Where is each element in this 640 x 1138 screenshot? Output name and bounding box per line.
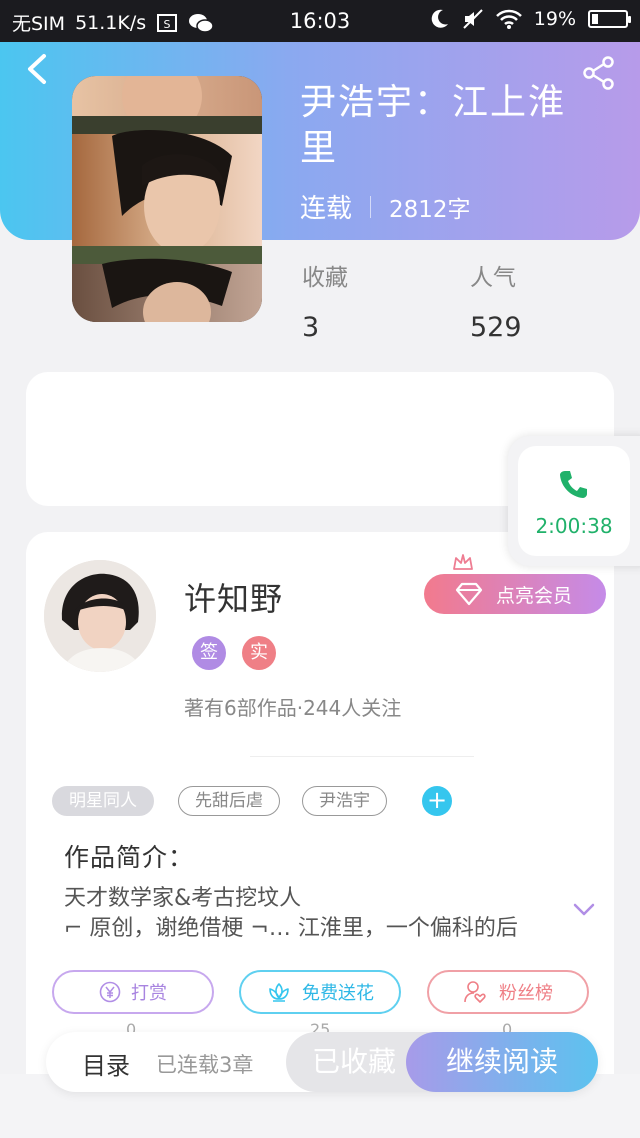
- intro-title: 作品简介：: [64, 843, 195, 872]
- word-count: 2812字: [389, 196, 471, 223]
- stat-value: 3: [302, 312, 320, 343]
- stat-popularity: 人气 529: [470, 258, 522, 343]
- book-status-line: 连载 2812字: [300, 188, 471, 225]
- fan-ranking-button[interactable]: 粉丝榜: [427, 970, 589, 1014]
- author-avatar[interactable]: [44, 560, 156, 672]
- section-divider: [250, 756, 474, 757]
- flower-icon: [269, 983, 289, 1002]
- intro-line: ⌐ 原创，谢绝借梗 ¬… 江淮里，一个偏科的后: [64, 916, 518, 941]
- book-title: 尹浩宇：江上淮里: [300, 82, 567, 169]
- status-bar: 无SIM 51.1K/s S 16:03 19%: [0, 0, 640, 42]
- tag[interactable]: 先甜后虐: [178, 786, 280, 816]
- reward-label: 打赏: [131, 983, 167, 1004]
- battery-percent: 19%: [533, 8, 576, 30]
- back-icon[interactable]: [24, 52, 50, 86]
- vip-button[interactable]: 点亮会员: [424, 574, 606, 614]
- send-flower-button[interactable]: 免费送花: [239, 970, 401, 1014]
- avatar-image: [44, 560, 156, 672]
- add-tag-button[interactable]: +: [422, 786, 452, 816]
- tag[interactable]: 明星同人: [52, 786, 154, 816]
- divider: [370, 195, 372, 218]
- diamond-icon: [455, 582, 483, 606]
- reward-button[interactable]: 打赏: [52, 970, 214, 1014]
- stat-value: 529: [470, 312, 522, 343]
- user-heart-icon: [464, 981, 486, 1003]
- continue-reading-button[interactable]: 继续阅读: [406, 1032, 598, 1092]
- mute-icon: [463, 9, 483, 29]
- chapter-count: 已连载3章: [156, 1053, 254, 1077]
- battery-icon: [588, 10, 631, 28]
- call-widget-inner: 2:00:38: [518, 446, 630, 556]
- cover-image: [72, 76, 262, 322]
- stat-favorites: 收藏 3: [302, 258, 348, 343]
- call-duration: 2:00:38: [535, 514, 613, 538]
- vip-label: 点亮会员: [496, 584, 573, 607]
- call-widget[interactable]: 2:00:38: [508, 436, 640, 566]
- verified-badge: 实: [242, 636, 276, 670]
- intro-text: 天才数学家&考古挖坟人 ⌐ 原创，谢绝借梗 ¬… 江淮里，一个偏科的后: [64, 884, 556, 944]
- yen-icon: [99, 981, 121, 1003]
- chevron-down-icon[interactable]: [572, 902, 596, 918]
- wifi-icon: [495, 9, 522, 29]
- signed-badge: 签: [192, 636, 226, 670]
- toc-button[interactable]: 目录: [82, 1046, 130, 1081]
- author-meta: 著有6部作品·244人关注: [184, 696, 402, 720]
- fan-ranking-label: 粉丝榜: [499, 983, 553, 1004]
- phone-icon: [560, 471, 587, 498]
- crown-icon: [453, 554, 473, 570]
- stat-label: 人气: [470, 265, 516, 291]
- serial-status: 连载: [300, 194, 353, 224]
- stat-label: 收藏: [302, 265, 348, 291]
- tag[interactable]: 尹浩宇: [302, 786, 387, 816]
- intro-line: 天才数学家&考古挖坟人: [64, 886, 302, 911]
- send-flower-label: 免费送花: [302, 983, 374, 1004]
- moon-icon: [431, 9, 448, 28]
- author-name[interactable]: 许知野: [184, 574, 283, 620]
- book-cover[interactable]: [72, 76, 262, 322]
